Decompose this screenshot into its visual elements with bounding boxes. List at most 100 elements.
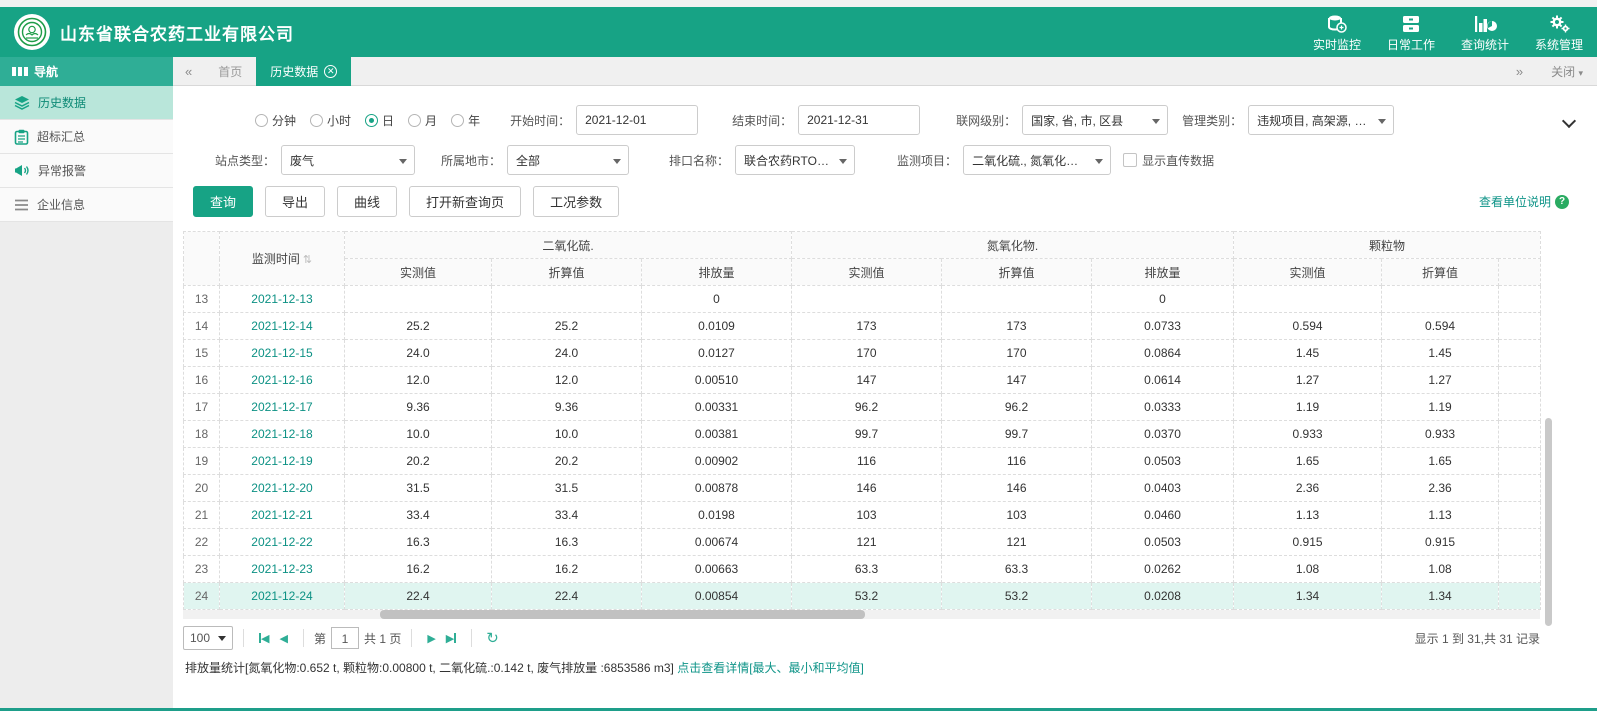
table-row[interactable]: 24 2021-12-24 22.4 22.4 0.00854 53.2 53.2 0.020… <box>183 582 1542 610</box>
row-date: 2021-12-23 <box>219 555 345 583</box>
table-row[interactable]: 17 2021-12-17 9.36 9.36 0.00331 96.2 96.2 0.033… <box>183 393 1542 421</box>
menu-label: 查询统计 <box>1460 37 1509 52</box>
sidebar-item-enterprise-info[interactable]: 企业信息 <box>0 188 173 222</box>
group-header-nox: 氮氧化物. <box>791 231 1235 259</box>
radio-month[interactable]: 月 <box>408 112 437 129</box>
table-row[interactable]: 23 2021-12-23 16.2 16.2 0.00663 63.3 63.3 0.026… <box>183 555 1542 583</box>
condition-params-button[interactable]: 工况参数 <box>533 186 620 217</box>
curve-button[interactable]: 曲线 <box>337 186 398 217</box>
network-level-select[interactable]: 国家, 省, 市, 区县 <box>1022 105 1169 135</box>
refresh-icon[interactable]: ↻ <box>486 629 499 647</box>
radio-day[interactable]: 日 <box>365 112 394 129</box>
layers-icon <box>14 96 30 110</box>
end-time-input[interactable] <box>798 105 921 135</box>
alarm-horn-icon <box>15 165 29 176</box>
subheader-so2-emission: 排放量 <box>640 258 793 286</box>
direct-data-checkbox-field[interactable]: 显示直传数据 <box>1123 152 1214 169</box>
table-row[interactable]: 20 2021-12-20 31.5 31.5 0.00878 146 146 0.0403 2… <box>183 474 1542 502</box>
row-index: 16 <box>183 366 220 394</box>
filter-row-2: 站点类型： 废气 所属地市： 全部 排口名称： 联合农药RTO废气 监测项目： … <box>183 144 1597 176</box>
tab-close-icon[interactable]: ✕ <box>324 64 338 78</box>
row-value: 103 <box>941 501 1093 529</box>
next-page-button[interactable]: ▶ <box>422 632 440 645</box>
page-size-select[interactable]: 100 <box>183 626 234 650</box>
total-pages-label: 共 1 页 <box>363 631 402 646</box>
time-column-header[interactable]: 监测时间 ⇅ <box>219 231 345 286</box>
tab-scroll-left-icon[interactable]: « <box>173 64 204 79</box>
row-value: 0.0208 <box>1091 582 1235 610</box>
sidebar-item-label: 异常报警 <box>38 164 87 178</box>
row-value: 1.45 <box>1233 339 1383 367</box>
city-select[interactable]: 全部 <box>507 145 630 175</box>
vertical-scrollbar-thumb[interactable] <box>1545 418 1552 626</box>
table-row[interactable]: 13 2021-12-13 0 0 <box>183 285 1542 313</box>
page-number-input[interactable]: 1 <box>330 627 359 649</box>
tab-scroll-right-icon[interactable]: » <box>1504 64 1535 79</box>
start-time-input[interactable] <box>576 105 699 135</box>
row-value: 146 <box>941 474 1093 502</box>
chevron-down-icon <box>218 635 227 641</box>
table-row[interactable]: 21 2021-12-21 33.4 33.4 0.0198 103 103 0.0460 1.… <box>183 501 1542 529</box>
radio-year[interactable]: 年 <box>451 112 480 129</box>
prev-page-button[interactable]: ◀ <box>275 632 293 645</box>
site-type-select[interactable]: 废气 <box>281 145 416 175</box>
last-page-button[interactable]: ▶ <box>441 632 461 645</box>
table-row[interactable]: 14 2021-12-14 25.2 25.2 0.0109 173 173 0.0733 0.… <box>183 312 1542 340</box>
menu-realtime-monitor[interactable]: 实时监控 <box>1313 12 1361 53</box>
horizontal-scrollbar-thumb[interactable] <box>380 610 865 619</box>
table-row[interactable]: 18 2021-12-18 10.0 10.0 0.00381 99.7 99.7 0.037… <box>183 420 1542 448</box>
export-button[interactable]: 导出 <box>265 186 326 217</box>
new-query-page-button[interactable]: 打开新查询页 <box>409 186 522 217</box>
unit-help-link[interactable]: 查看单位说明 ? <box>1479 193 1569 210</box>
group-header-pm: 颗粒物 <box>1233 231 1542 259</box>
menu-label: 系统管理 <box>1534 37 1583 52</box>
query-button[interactable]: 查询 <box>193 186 254 217</box>
group-header-so2: 二氧化硫. <box>343 231 793 259</box>
table-row[interactable]: 19 2021-12-19 20.2 20.2 0.00902 116 116 0.0503 1… <box>183 447 1542 475</box>
menu-system-admin[interactable]: 系统管理 <box>1535 12 1583 53</box>
checkbox-icon[interactable] <box>1123 153 1138 167</box>
row-value: 24.0 <box>344 339 492 367</box>
data-table-wrap: 监测时间 ⇅ 二氧化硫. 氮氧化物. 颗粒物 实测值 折算值 排放量 实测值 折算… <box>183 231 1552 676</box>
row-value: 53.2 <box>941 582 1093 610</box>
row-value: 12.0 <box>491 366 642 394</box>
sidebar-item-exceedance-summary[interactable]: 超标汇总 <box>0 120 173 154</box>
row-value: 1.34 <box>1381 582 1500 610</box>
row-value: 24.0 <box>491 339 642 367</box>
menu-query-stats[interactable]: 查询统计 <box>1461 12 1509 53</box>
row-value: 116 <box>791 447 943 475</box>
radio-hour[interactable]: 小时 <box>310 112 351 129</box>
stats-detail-link[interactable]: 点击查看详情[最大、最小和平均值] <box>677 661 864 675</box>
tab-history-label: 历史数据 <box>270 64 319 79</box>
end-time-field: 结束时间： <box>732 105 921 135</box>
row-index: 18 <box>183 420 220 448</box>
tab-home[interactable]: 首页 <box>204 57 256 86</box>
row-value: 0.0503 <box>1091 447 1235 475</box>
menu-daily-work[interactable]: 日常工作 <box>1387 12 1435 53</box>
sort-icon[interactable]: ⇅ <box>303 254 312 266</box>
row-value: 0.0503 <box>1091 528 1235 556</box>
table-row[interactable]: 15 2021-12-15 24.0 24.0 0.0127 170 170 0.0864 1.… <box>183 339 1542 367</box>
radio-minute[interactable]: 分钟 <box>255 112 296 129</box>
divider <box>411 629 413 647</box>
row-value: 9.36 <box>491 393 642 421</box>
table-row[interactable]: 16 2021-12-16 12.0 12.0 0.00510 147 147 0.0614 1… <box>183 366 1542 394</box>
filter-collapse-icon[interactable] <box>1563 114 1575 126</box>
outlet-select[interactable]: 联合农药RTO废气 <box>735 145 856 175</box>
monitor-items-select[interactable]: 二氧化硫., 氮氧化物., 颗粒 <box>963 145 1112 175</box>
table-row[interactable]: 22 2021-12-22 16.3 16.3 0.00674 121 121 0.0503 0… <box>183 528 1542 556</box>
row-value: 0.00854 <box>640 582 793 610</box>
row-value: 1.08 <box>1381 555 1500 583</box>
mgmt-category-select[interactable]: 违规项目, 高架源, 重点排 <box>1248 105 1395 135</box>
sidebar-item-abnormal-alarm[interactable]: 异常报警 <box>0 154 173 188</box>
row-value: 121 <box>791 528 943 556</box>
first-page-button[interactable]: ◀ <box>254 632 274 645</box>
horizontal-scrollbar[interactable] <box>183 610 1540 619</box>
sidebar-item-history-data[interactable]: 历史数据 <box>0 86 173 120</box>
row-value: 170 <box>941 339 1093 367</box>
sidebar-item-label: 企业信息 <box>37 198 86 212</box>
tab-history-data[interactable]: 历史数据 ✕ <box>256 56 352 86</box>
radio-circle-icon <box>365 113 379 127</box>
tabs-close-menu[interactable]: 关闭 ▾ <box>1551 63 1583 80</box>
row-value: 1.34 <box>1233 582 1383 610</box>
